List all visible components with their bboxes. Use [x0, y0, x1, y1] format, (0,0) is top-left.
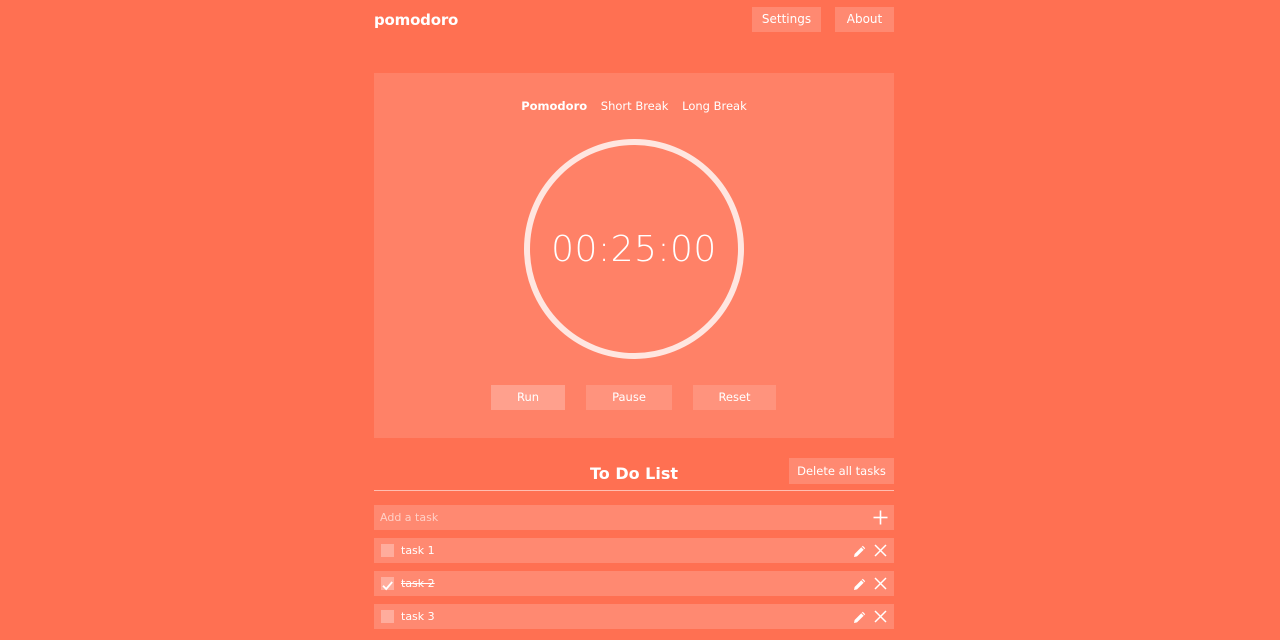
task-label: task 2: [401, 577, 435, 590]
add-task-input[interactable]: [374, 505, 854, 530]
task-item: task 1: [374, 538, 894, 563]
close-icon[interactable]: [874, 544, 887, 557]
app-container: pomodoro Settings About Pomodoro Short B…: [374, 0, 894, 640]
close-icon[interactable]: [874, 577, 887, 590]
task-label: task 3: [401, 610, 435, 623]
delete-all-tasks-button[interactable]: Delete all tasks: [789, 458, 894, 484]
pencil-icon[interactable]: [853, 577, 867, 591]
timer-card: Pomodoro Short Break Long Break 00:25:00…: [374, 73, 894, 438]
brand-logo[interactable]: pomodoro: [374, 11, 458, 29]
pause-button[interactable]: Pause: [586, 385, 672, 410]
plus-icon[interactable]: [873, 510, 888, 525]
run-button[interactable]: Run: [491, 385, 565, 410]
task-checkbox[interactable]: [381, 577, 394, 591]
tab-long-break[interactable]: Long Break: [682, 99, 747, 113]
task-checkbox[interactable]: [381, 544, 394, 557]
tab-short-break[interactable]: Short Break: [601, 99, 669, 113]
timer-ring: 00:25:00: [524, 139, 744, 359]
mode-tabs: Pomodoro Short Break Long Break: [374, 99, 894, 113]
task-item: task 2: [374, 571, 894, 596]
checkmark-icon: [382, 581, 393, 591]
reset-button[interactable]: Reset: [693, 385, 776, 410]
about-button[interactable]: About: [835, 7, 894, 32]
close-icon[interactable]: [874, 610, 887, 623]
settings-button[interactable]: Settings: [752, 7, 821, 32]
pencil-icon[interactable]: [853, 544, 867, 558]
pencil-icon[interactable]: [853, 610, 867, 624]
task-label: task 1: [401, 544, 435, 557]
divider: [374, 490, 894, 491]
tab-pomodoro[interactable]: Pomodoro: [521, 99, 587, 113]
task-checkbox[interactable]: [381, 610, 394, 623]
add-task-row: [374, 505, 894, 530]
task-item: task 3: [374, 604, 894, 629]
timer-display: 00:25:00: [551, 228, 717, 270]
